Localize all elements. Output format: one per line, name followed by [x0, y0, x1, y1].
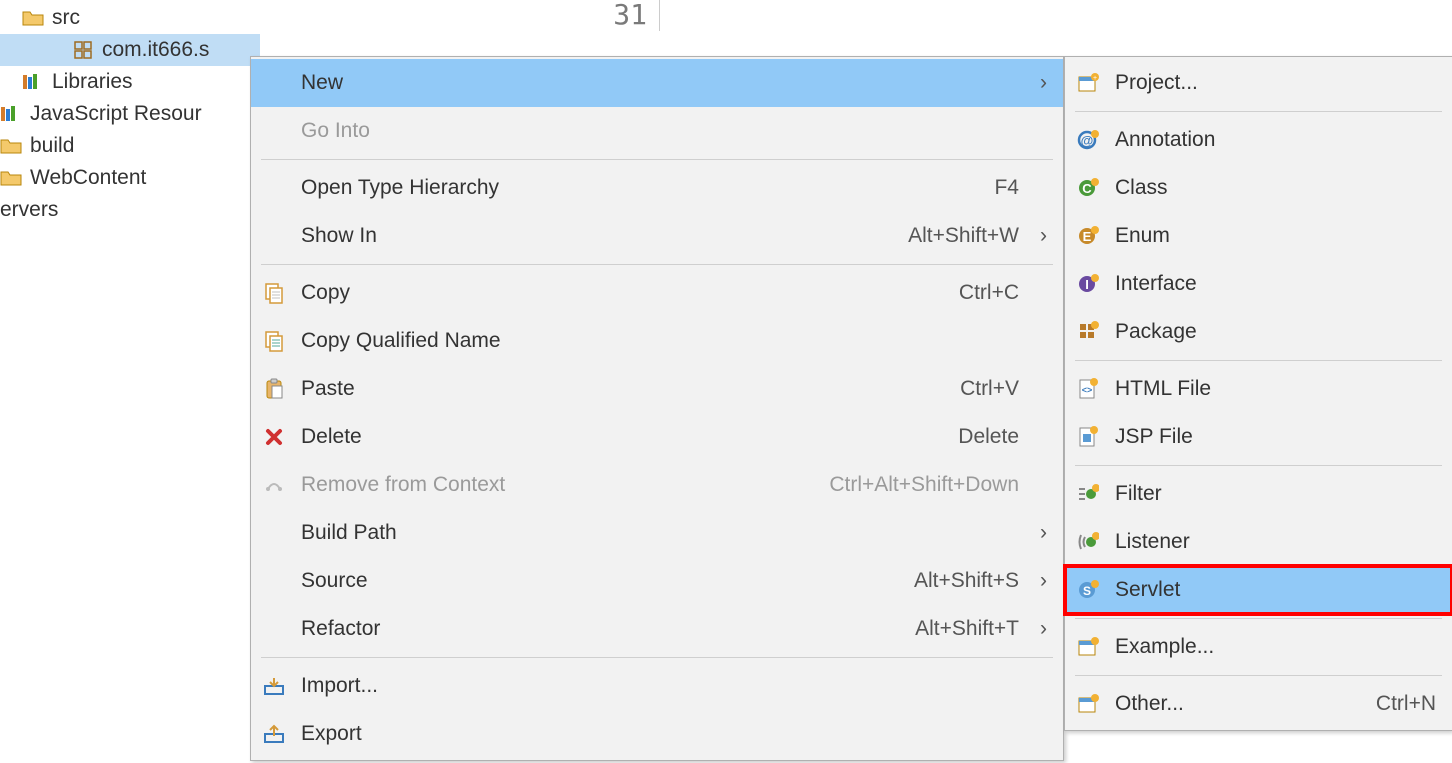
- menu-item-open-type-hierarchy[interactable]: Open Type Hierarchy F4: [251, 164, 1063, 212]
- folder-open-icon: [22, 7, 44, 29]
- submenu-item-example[interactable]: Example...: [1065, 623, 1452, 671]
- blank-icon: [259, 221, 289, 251]
- remove-context-icon: [259, 470, 289, 500]
- editor-gutter: 31: [560, 0, 660, 31]
- menu-separator: [1075, 465, 1442, 466]
- paste-icon: [259, 374, 289, 404]
- menu-item-remove-context[interactable]: Remove from Context Ctrl+Alt+Shift+Down: [251, 461, 1063, 509]
- menu-separator: [1075, 111, 1442, 112]
- tree-label: WebContent: [30, 166, 146, 190]
- svg-text:E: E: [1083, 229, 1092, 244]
- submenu-item-interface[interactable]: I Interface: [1065, 260, 1452, 308]
- blank-icon: [259, 173, 289, 203]
- submenu-item-html[interactable]: <> HTML File: [1065, 365, 1452, 413]
- jsp-file-icon: [1073, 422, 1103, 452]
- svg-text:I: I: [1085, 277, 1089, 292]
- submenu-item-other[interactable]: Other... Ctrl+N: [1065, 680, 1452, 728]
- menu-item-import[interactable]: Import...: [251, 662, 1063, 710]
- submenu-item-project[interactable]: + Project...: [1065, 59, 1452, 107]
- menu-separator: [261, 264, 1053, 265]
- blank-icon: [259, 566, 289, 596]
- svg-text:+: +: [1093, 75, 1097, 82]
- menu-item-new[interactable]: New ›: [251, 59, 1063, 107]
- tree-item-js-resources[interactable]: JavaScript Resour: [0, 98, 260, 130]
- menu-separator: [1075, 675, 1442, 676]
- submenu-arrow-icon: ›: [1031, 224, 1047, 248]
- menu-separator: [261, 159, 1053, 160]
- menu-item-refactor[interactable]: Refactor Alt+Shift+T ›: [251, 605, 1063, 653]
- interface-icon: I: [1073, 269, 1103, 299]
- enum-icon: E: [1073, 221, 1103, 251]
- submenu-item-filter[interactable]: Filter: [1065, 470, 1452, 518]
- blank-icon: [259, 614, 289, 644]
- copy-icon: [259, 278, 289, 308]
- new-package-icon: [1073, 317, 1103, 347]
- submenu-arrow-icon: ›: [1031, 521, 1047, 545]
- menu-item-source[interactable]: Source Alt+Shift+S ›: [251, 557, 1063, 605]
- svg-text:C: C: [1082, 181, 1092, 196]
- libraries-icon: [0, 103, 22, 125]
- tree-label: build: [30, 134, 74, 158]
- submenu-arrow-icon: ›: [1031, 617, 1047, 641]
- class-icon: C: [1073, 173, 1103, 203]
- menu-separator: [1075, 618, 1442, 619]
- menu-item-paste[interactable]: Paste Ctrl+V: [251, 365, 1063, 413]
- blank-icon: [259, 116, 289, 146]
- export-icon: [259, 719, 289, 749]
- new-project-icon: +: [1073, 68, 1103, 98]
- html-file-icon: <>: [1073, 374, 1103, 404]
- annotation-icon: @: [1073, 125, 1103, 155]
- libraries-icon: [22, 71, 44, 93]
- menu-separator: [1075, 360, 1442, 361]
- menu-item-build-path[interactable]: Build Path ›: [251, 509, 1063, 557]
- menu-item-go-into[interactable]: Go Into: [251, 107, 1063, 155]
- submenu-item-servlet[interactable]: S Servlet: [1065, 566, 1452, 614]
- servlet-icon: S: [1073, 575, 1103, 605]
- copy-qualified-icon: [259, 326, 289, 356]
- tree-item-package[interactable]: com.it666.s: [0, 34, 260, 66]
- menu-item-copy-qualified[interactable]: Copy Qualified Name: [251, 317, 1063, 365]
- tree-label: Libraries: [52, 70, 133, 94]
- submenu-item-package[interactable]: Package: [1065, 308, 1452, 356]
- tree-label: com.it666.s: [102, 38, 209, 62]
- tree-label: JavaScript Resour: [30, 102, 202, 126]
- svg-text:<>: <>: [1082, 385, 1093, 395]
- new-submenu: + Project... @ Annotation C Class E Enum…: [1064, 56, 1452, 731]
- project-explorer: src com.it666.s Libraries JavaScript Res…: [0, 0, 260, 763]
- svg-text:S: S: [1083, 584, 1091, 598]
- listener-icon: [1073, 527, 1103, 557]
- submenu-item-enum[interactable]: E Enum: [1065, 212, 1452, 260]
- other-wizard-icon: [1073, 689, 1103, 719]
- blank-icon: [259, 518, 289, 548]
- submenu-arrow-icon: ›: [1031, 569, 1047, 593]
- menu-item-export[interactable]: Export: [251, 710, 1063, 758]
- line-number: 31: [613, 0, 647, 31]
- blank-icon: [259, 68, 289, 98]
- tree-label: src: [52, 6, 80, 30]
- tree-label: ervers: [0, 198, 58, 222]
- submenu-arrow-icon: ›: [1031, 71, 1047, 95]
- menu-item-show-in[interactable]: Show In Alt+Shift+W ›: [251, 212, 1063, 260]
- context-menu: New › Go Into Open Type Hierarchy F4 Sho…: [250, 56, 1064, 761]
- tree-item-libraries[interactable]: Libraries: [0, 66, 260, 98]
- example-icon: [1073, 632, 1103, 662]
- menu-item-copy[interactable]: Copy Ctrl+C: [251, 269, 1063, 317]
- tree-item-src[interactable]: src: [0, 2, 260, 34]
- submenu-item-class[interactable]: C Class: [1065, 164, 1452, 212]
- submenu-item-annotation[interactable]: @ Annotation: [1065, 116, 1452, 164]
- tree-item-servers[interactable]: ervers: [0, 194, 260, 226]
- folder-icon: [0, 167, 22, 189]
- package-icon: [72, 39, 94, 61]
- submenu-item-listener[interactable]: Listener: [1065, 518, 1452, 566]
- filter-icon: [1073, 479, 1103, 509]
- menu-separator: [261, 657, 1053, 658]
- tree-item-build[interactable]: build: [0, 130, 260, 162]
- import-icon: [259, 671, 289, 701]
- folder-icon: [0, 135, 22, 157]
- submenu-item-jsp[interactable]: JSP File: [1065, 413, 1452, 461]
- tree-item-webcontent[interactable]: WebContent: [0, 162, 260, 194]
- menu-item-delete[interactable]: Delete Delete: [251, 413, 1063, 461]
- delete-icon: [259, 422, 289, 452]
